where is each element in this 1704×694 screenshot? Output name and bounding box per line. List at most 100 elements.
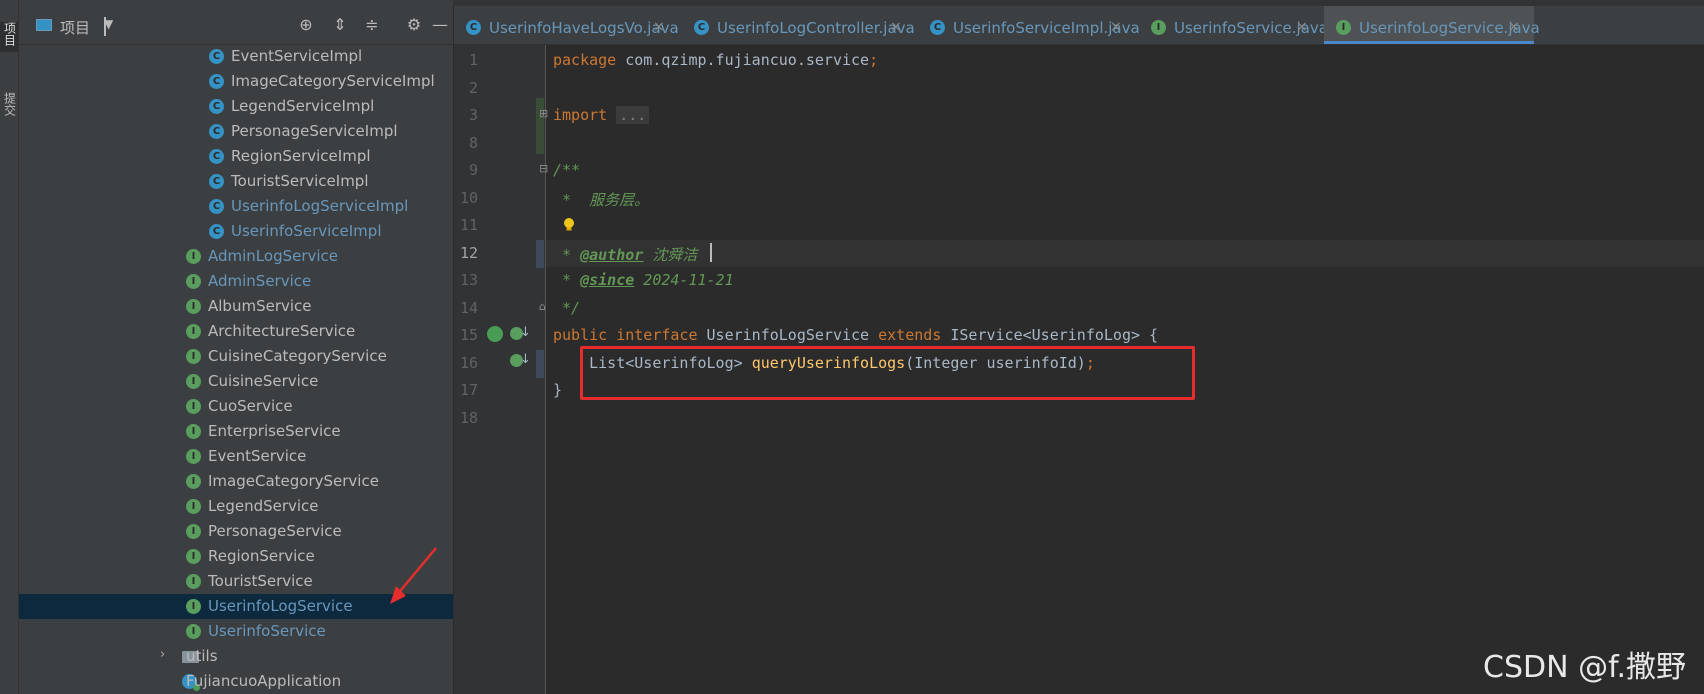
vcs-added-marker-2 (536, 128, 544, 154)
editor-tab[interactable]: C UserinfoServiceImpl.java × (918, 6, 1140, 44)
close-icon[interactable]: × (653, 19, 665, 35)
tree-item[interactable]: FujiancuoApplication (19, 669, 453, 694)
editor-tab[interactable]: C UserinfoLogController.java × (682, 6, 916, 44)
line-number: 1 (468, 51, 478, 69)
tree-item-label: PersonageServiceImpl (231, 122, 398, 140)
close-icon[interactable]: × (1508, 19, 1520, 35)
tree-item[interactable]: C UserinfoLogServiceImpl (19, 194, 453, 219)
tree-item[interactable]: I AlbumService (19, 294, 453, 319)
current-line-highlight (546, 240, 1704, 267)
editor-tab[interactable]: I UserinfoLogService.java × (1324, 6, 1540, 44)
tree-item[interactable]: I ArchitectureService (19, 319, 453, 344)
interface-icon: I (186, 424, 201, 439)
tree-item[interactable]: C UserinfoServiceImpl (19, 219, 453, 244)
line-number: 14 (459, 299, 478, 317)
tree-item-label: EnterpriseService (208, 422, 341, 440)
lightbulb-icon[interactable] (563, 218, 575, 232)
class-icon: C (209, 149, 224, 164)
line-number: 9 (468, 161, 478, 179)
commit-tool-tab-label: 提交 (2, 92, 17, 116)
tree-item-label: TouristService (208, 572, 313, 590)
implemented-icon[interactable] (487, 326, 503, 342)
line-number: 18 (459, 409, 478, 427)
close-icon[interactable]: × (1110, 19, 1122, 35)
tree-item[interactable]: I TouristService (19, 569, 453, 594)
tree-item[interactable]: C PersonageServiceImpl (19, 119, 453, 144)
vcs-modified-marker (536, 240, 544, 268)
project-panel-title[interactable]: 项目 (60, 17, 90, 38)
interface-icon: I (186, 374, 201, 389)
tree-item-label: CuisineService (208, 372, 319, 390)
fold-toggle-icon[interactable]: ⊞ (539, 107, 548, 120)
interface-icon: I (186, 399, 201, 414)
locate-target-icon[interactable]: ⊕ (296, 15, 316, 34)
tree-item[interactable]: C ImageCategoryServiceImpl (19, 69, 453, 94)
tree-item-label: TouristServiceImpl (231, 172, 369, 190)
code-line-9: /** (553, 161, 581, 179)
tree-item[interactable]: I CuisineCategoryService (19, 344, 453, 369)
close-icon[interactable]: × (890, 19, 902, 35)
folded-imports[interactable]: ... (616, 106, 650, 124)
hide-panel-icon[interactable]: — (430, 15, 450, 34)
tool-window-strip: 项目 提交 (0, 0, 19, 694)
tree-item-label: ImageCategoryService (208, 472, 379, 490)
tree-item[interactable]: I EventService (19, 444, 453, 469)
tree-item-label: EventService (208, 447, 307, 465)
interface-icon: I (186, 449, 201, 464)
editor-tab[interactable]: I UserinfoService.java × (1139, 6, 1328, 44)
tree-item[interactable]: I AdminService (19, 269, 453, 294)
interface-icon: I (186, 324, 201, 339)
line-number: 16 (459, 354, 478, 372)
class-icon: C (694, 20, 709, 35)
tree-item[interactable]: I UserinfoLogService (19, 594, 453, 619)
interface-icon: I (186, 524, 201, 539)
class-icon: C (209, 49, 224, 64)
collapse-all-icon[interactable]: ≑ (362, 15, 382, 34)
csdn-watermark: CSDN @f.撒野 (1483, 650, 1686, 685)
extends-clause: IService<UserinfoLog> { (941, 326, 1159, 344)
tree-item-label: LegendService (208, 497, 319, 515)
code-keyword: public (553, 326, 608, 344)
interface-icon: I (186, 574, 201, 589)
tree-item[interactable]: C LegendServiceImpl (19, 94, 453, 119)
line-number: 11 (459, 216, 478, 234)
project-tool-tab[interactable]: 项目 (0, 22, 18, 52)
tree-item-label: CuisineCategoryService (208, 347, 387, 365)
go-to-implementation-icon[interactable]: ↓ (520, 352, 531, 367)
tree-item[interactable]: › utils (19, 644, 453, 669)
doc-prefix: * (553, 246, 581, 264)
tree-item[interactable]: I RegionService (19, 544, 453, 569)
tree-item[interactable]: I EnterpriseService (19, 419, 453, 444)
tree-item[interactable]: I UserinfoService (19, 619, 453, 644)
tree-item[interactable]: I CuisineService (19, 369, 453, 394)
doc-author-value: 沈舜洁 (643, 246, 698, 264)
close-icon[interactable]: × (1296, 19, 1308, 35)
tree-item[interactable]: I AdminLogService (19, 244, 453, 269)
editor-tab-label: UserinfoHaveLogsVo.java (489, 19, 679, 37)
doc-tag-author: @author (580, 246, 644, 264)
chevron-right-icon[interactable]: › (160, 647, 165, 662)
commit-tool-tab[interactable]: 提交 (0, 92, 18, 136)
tree-item[interactable]: C RegionServiceImpl (19, 144, 453, 169)
highlight-box (580, 346, 1195, 400)
tree-item[interactable]: C TouristServiceImpl (19, 169, 453, 194)
tree-item-label: FujiancuoApplication (186, 672, 342, 690)
tree-item[interactable]: I CuoService (19, 394, 453, 419)
expand-all-icon[interactable]: ⇕ (330, 15, 350, 34)
go-to-implementation-icon[interactable]: ↓ (520, 325, 531, 340)
fold-toggle-icon[interactable]: ⊟ (539, 162, 548, 175)
class-icon: C (209, 99, 224, 114)
tree-item-label: RegionServiceImpl (231, 147, 371, 165)
line-number: 17 (459, 381, 478, 399)
tree-item-label: EventServiceImpl (231, 47, 363, 65)
gear-icon[interactable]: ⚙ (404, 15, 424, 34)
chevron-down-icon[interactable]: ▼ (104, 17, 113, 36)
tree-item[interactable]: I ImageCategoryService (19, 469, 453, 494)
line-number: 13 (459, 271, 478, 289)
editor-tab[interactable]: C UserinfoHaveLogsVo.java × (454, 6, 680, 44)
tree-item[interactable]: I LegendService (19, 494, 453, 519)
tree-item[interactable]: C EventServiceImpl (19, 44, 453, 69)
fold-toggle-icon[interactable]: ⌂ (539, 300, 546, 313)
class-icon: C (209, 74, 224, 89)
tree-item[interactable]: I PersonageService (19, 519, 453, 544)
